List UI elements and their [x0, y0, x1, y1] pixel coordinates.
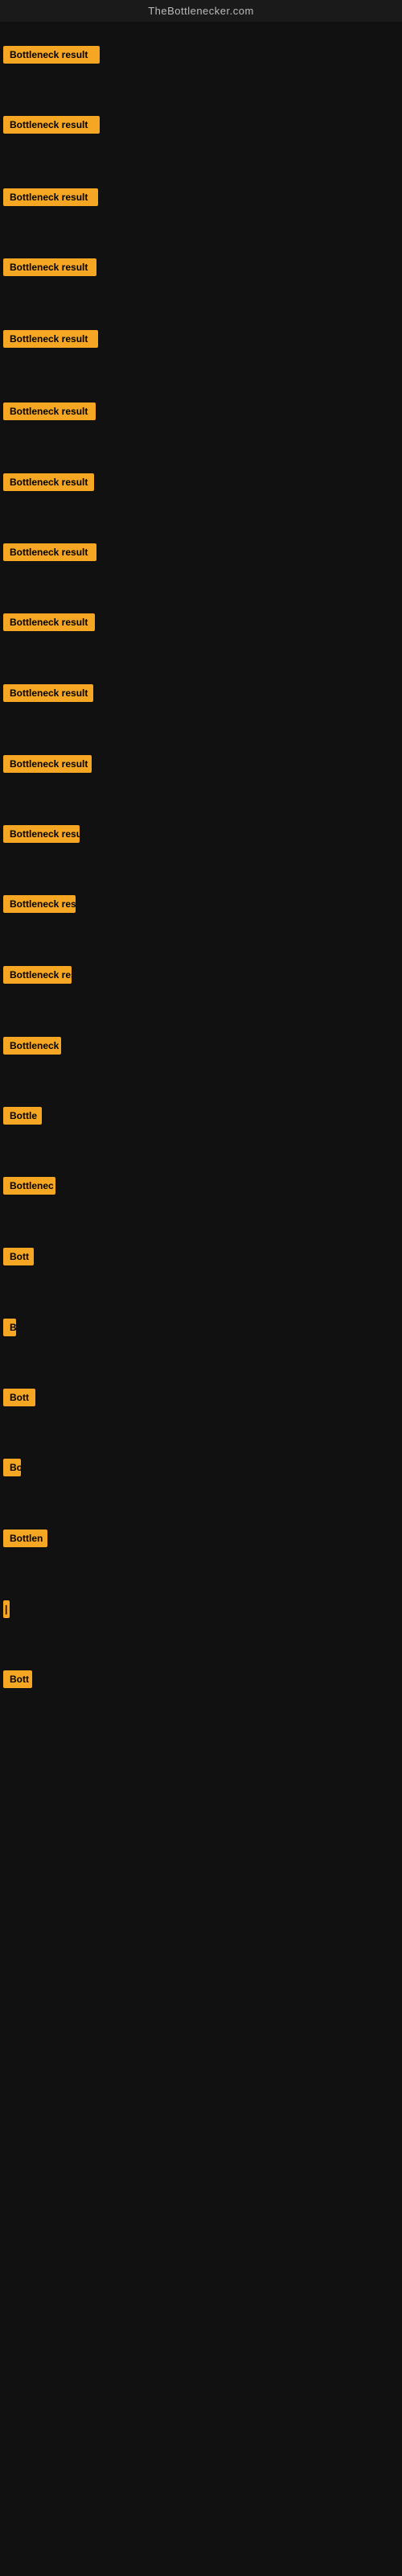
badge-23: | — [3, 1600, 10, 1618]
badge-8: Bottleneck result — [3, 543, 96, 561]
badge-12: Bottleneck resu — [3, 825, 80, 843]
badge-14: Bottleneck resu — [3, 966, 72, 984]
page-container: TheBottlenecker.com Bottleneck result Bo… — [0, 0, 402, 2576]
badge-2: Bottleneck result — [3, 116, 100, 134]
badge-6: Bottleneck result — [3, 402, 96, 420]
badge-7: Bottleneck result — [3, 473, 94, 491]
badge-16: Bottle — [3, 1107, 42, 1125]
badge-9: Bottleneck result — [3, 613, 95, 631]
badge-17: Bottlenec — [3, 1177, 55, 1195]
badge-22: Bottlen — [3, 1530, 47, 1547]
badge-10: Bottleneck result — [3, 684, 93, 702]
badge-1: Bottleneck result — [3, 46, 100, 64]
site-title: TheBottlenecker.com — [0, 0, 402, 22]
badge-3: Bottleneck result — [3, 188, 98, 206]
badge-5: Bottleneck result — [3, 330, 98, 348]
badge-18: Bott — [3, 1248, 34, 1265]
badge-21: Bo — [3, 1459, 21, 1476]
badge-20: Bott — [3, 1389, 35, 1406]
badge-13: Bottleneck resu — [3, 895, 76, 913]
badge-11: Bottleneck result — [3, 755, 92, 773]
badge-24: Bott — [3, 1670, 32, 1688]
badge-19: B — [3, 1319, 16, 1336]
badge-15: Bottleneck — [3, 1037, 61, 1055]
badge-4: Bottleneck result — [3, 258, 96, 276]
